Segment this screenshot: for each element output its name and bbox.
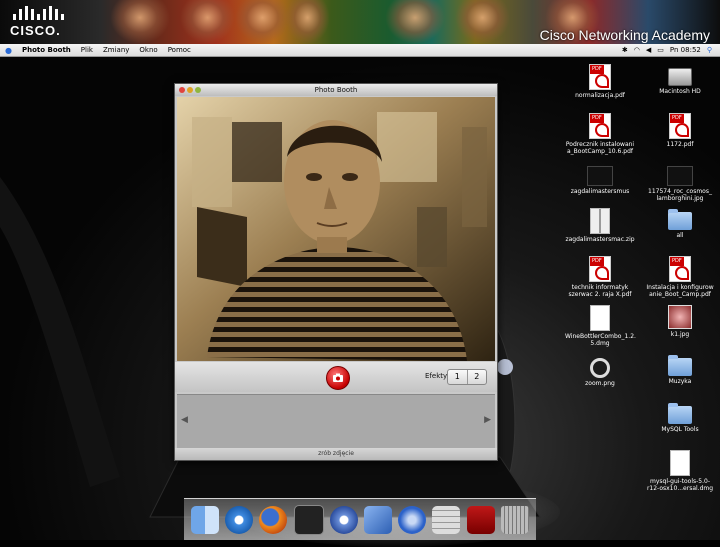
desktop-icon-label: mysql-gui-tools-5.0-r12-osx10...ersal.dm… xyxy=(646,478,714,492)
strip-left-arrow-icon[interactable]: ◀ xyxy=(181,415,188,425)
folder-icon xyxy=(668,209,692,230)
magnifier-icon xyxy=(590,358,610,378)
disk-image-icon xyxy=(590,305,610,331)
spotlight-icon[interactable]: ⚲ xyxy=(707,46,712,54)
desktop-icon[interactable]: technik informatyk szerwac 2. raja X.pdf xyxy=(565,256,635,298)
pdf-icon xyxy=(589,256,611,282)
take-photo-button[interactable] xyxy=(326,366,350,390)
close-button[interactable] xyxy=(179,87,185,93)
desktop-icon-label: k1.jpg xyxy=(670,331,690,338)
desktop-icon[interactable]: 1172.pdf xyxy=(645,113,715,148)
zip-icon xyxy=(590,208,610,234)
desktop-icon[interactable]: zagdalimastersmac.zip xyxy=(565,208,635,243)
bluetooth-icon[interactable]: ✱ xyxy=(622,46,628,54)
pdf-icon xyxy=(589,113,611,139)
zoom-button[interactable] xyxy=(195,87,201,93)
desktop-icon[interactable]: mysql-gui-tools-5.0-r12-osx10...ersal.dm… xyxy=(645,450,715,492)
effects-page-2-button[interactable]: 2 xyxy=(466,370,487,384)
hard-drive-icon xyxy=(668,68,692,86)
desktop-icon-label: Muzyka xyxy=(668,378,692,385)
menu-clock[interactable]: Pn 08:52 xyxy=(670,46,701,54)
desktop-icon[interactable]: all xyxy=(645,208,715,239)
camera-image xyxy=(177,97,495,361)
photo-booth-window: Photo Booth Efekty 1 2 ◀ ▶ zrób zdjęcie xyxy=(174,83,498,461)
desktop-icon-label: 1172.pdf xyxy=(666,141,694,148)
cisco-banner: CISCO. Cisco Networking Academy xyxy=(0,0,720,44)
desktop-icon-label: technik informatyk szerwac 2. raja X.pdf xyxy=(568,284,632,298)
menu-bar: ● Photo Booth Plik Zmiany Okno Pomoc ✱ ◠… xyxy=(0,44,720,57)
finder-icon[interactable] xyxy=(191,505,220,534)
folder-icon xyxy=(587,166,613,186)
desktop-icon-label: 117574_roc_cosmos_ lamborghini.jpg xyxy=(648,188,712,202)
firefox-icon[interactable] xyxy=(259,505,288,534)
desktop-icon[interactable]: normalizacja.pdf xyxy=(565,64,635,99)
apple-menu-icon[interactable]: ● xyxy=(0,46,17,55)
desktop-icon-label: zagdalimastersmac.zip xyxy=(565,236,635,243)
camera-icon xyxy=(333,373,343,382)
window-title: Photo Booth xyxy=(314,86,358,94)
cisco-wordmark: CISCO. xyxy=(10,23,61,38)
desktop-icon[interactable]: k1.jpg xyxy=(645,305,715,338)
desktop-icon-label: zoom.png xyxy=(585,380,615,387)
desktop-icon[interactable]: Podrecznik instalowani a_BootCamp_10.6.p… xyxy=(565,113,635,155)
effects-segmented-control: 1 2 xyxy=(447,369,487,385)
safari-icon[interactable] xyxy=(225,505,254,534)
battery-icon[interactable]: ▭ xyxy=(657,46,664,54)
dock xyxy=(184,498,536,540)
volume-icon[interactable]: ◀ xyxy=(646,46,651,54)
status-bar: zrób zdjęcie xyxy=(175,448,497,460)
effects-page-1-button[interactable]: 1 xyxy=(448,370,467,384)
desktop-icon[interactable]: zagdalimastersmus xyxy=(565,162,635,195)
desktop-icon-label: WineBottlerCombo_1.2. 5.dmg xyxy=(565,333,636,347)
photo-booth-icon[interactable] xyxy=(466,505,495,534)
window-titlebar[interactable]: Photo Booth xyxy=(175,84,497,96)
itunes-icon[interactable] xyxy=(329,505,358,534)
desktop-icon[interactable]: Macintosh HD xyxy=(645,64,715,95)
xcode-icon[interactable] xyxy=(364,505,393,534)
menu-window[interactable]: Okno xyxy=(134,46,162,54)
effects-label: Efekty xyxy=(425,372,448,380)
desktop-icon-label: Instalacja i konfigurow anie_Boot_Camp.p… xyxy=(646,284,714,298)
desktop-icon-label: MySQL Tools xyxy=(661,426,699,433)
desktop-icon-label: all xyxy=(676,232,684,239)
cisco-logo: CISCO. xyxy=(10,6,70,40)
menu-file[interactable]: Plik xyxy=(76,46,98,54)
pdf-icon xyxy=(589,64,611,90)
calculator-icon[interactable] xyxy=(432,505,461,534)
pdf-icon xyxy=(669,113,691,139)
thunderbird-icon[interactable] xyxy=(398,505,427,534)
folder-icon xyxy=(668,403,692,424)
desktop-icon[interactable]: MySQL Tools xyxy=(645,402,715,433)
desktop-icon[interactable]: 117574_roc_cosmos_ lamborghini.jpg xyxy=(645,162,715,202)
desktop-icon[interactable]: Instalacja i konfigurow anie_Boot_Camp.p… xyxy=(645,256,715,298)
menu-edit[interactable]: Zmiany xyxy=(98,46,134,54)
desktop-icon-label: normalizacja.pdf xyxy=(575,92,625,99)
desktop-icon-label: Podrecznik instalowani a_BootCamp_10.6.p… xyxy=(565,141,635,155)
desktop-icon[interactable]: Muzyka xyxy=(645,354,715,385)
desktop-icon-label: zagdalimastersmus xyxy=(570,188,630,195)
minimize-button[interactable] xyxy=(187,87,193,93)
cisco-bars-icon xyxy=(13,6,70,20)
wifi-icon[interactable]: ◠ xyxy=(634,46,640,54)
desktop-icon[interactable]: WineBottlerCombo_1.2. 5.dmg xyxy=(565,305,636,347)
strip-right-arrow-icon[interactable]: ▶ xyxy=(484,415,491,425)
photo-strip: ◀ ▶ xyxy=(177,394,495,449)
disk-image-icon xyxy=(670,450,690,476)
menu-app-name[interactable]: Photo Booth xyxy=(17,46,76,54)
folder-icon xyxy=(668,355,692,376)
desktop-icon[interactable]: zoom.png xyxy=(565,354,635,387)
terminal-icon[interactable] xyxy=(293,504,324,535)
image-icon xyxy=(668,305,692,329)
controls-bar: Efekty 1 2 xyxy=(175,362,497,392)
image-icon xyxy=(667,166,693,186)
trash-icon[interactable] xyxy=(500,505,529,534)
banner-title: Cisco Networking Academy xyxy=(539,27,710,43)
pdf-icon xyxy=(669,256,691,282)
camera-preview xyxy=(177,97,495,361)
desktop-icon-label: Macintosh HD xyxy=(659,88,701,95)
menu-help[interactable]: Pomoc xyxy=(163,46,196,54)
